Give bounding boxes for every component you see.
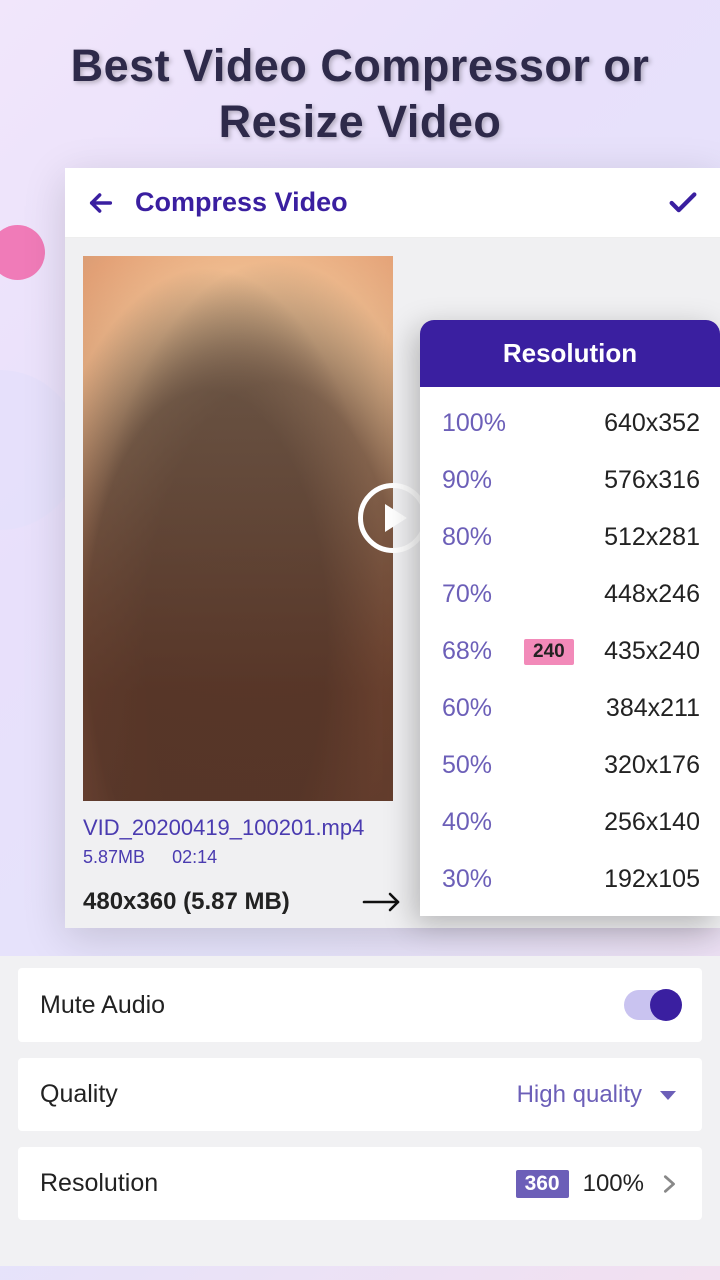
file-duration: 02:14 [172,847,217,867]
option-pct: 30% [442,865,518,894]
option-dims: 640x352 [604,409,700,438]
app-bar: Compress Video [65,168,720,238]
option-pct: 60% [442,694,518,723]
settings-panel: Mute Audio Quality High quality Resoluti… [0,956,720,1266]
quality-label: Quality [40,1080,118,1109]
chevron-down-icon [656,1083,680,1107]
resolution-option[interactable]: 68%240 435x240 [420,623,720,680]
mute-toggle[interactable] [624,990,680,1020]
option-pct: 100% [442,409,518,438]
option-dims: 448x246 [604,580,700,609]
quality-row[interactable]: Quality High quality [18,1058,702,1131]
screen-title: Compress Video [135,187,348,218]
current-resolution: 480x360 (5.87 MB) [83,888,290,916]
option-dims: 576x316 [604,466,700,495]
mute-audio-label: Mute Audio [40,991,165,1020]
page-title: Best Video Compressor or Resize Video [0,0,720,171]
option-pct: 80% [442,523,518,552]
resolution-option[interactable]: 90% 576x316 [420,452,720,509]
quality-value: High quality [517,1081,642,1109]
resolution-label: Resolution [40,1169,158,1198]
resolution-option[interactable]: 50% 320x176 [420,737,720,794]
resolution-option[interactable]: 60% 384x211 [420,680,720,737]
resolution-list: 100% 640x352 90% 576x316 80% 512x281 70% 448x24… [420,387,720,916]
play-icon[interactable] [358,483,428,553]
option-badge: 240 [524,639,574,665]
option-dims: 512x281 [604,523,700,552]
arrow-right-icon [362,888,402,916]
option-dims: 435x240 [604,637,700,666]
option-dims: 256x140 [604,808,700,837]
resolution-option[interactable]: 40% 256x140 [420,794,720,851]
back-icon[interactable] [85,187,117,219]
option-dims: 192x105 [604,865,700,894]
resolution-popup: Resolution 100% 640x352 90% 576x316 80% 512x2… [420,320,720,916]
option-pct: 90% [442,466,518,495]
option-pct: 70% [442,580,518,609]
resolution-option[interactable]: 30% 192x105 [420,851,720,908]
confirm-icon[interactable] [666,186,700,220]
mute-audio-row[interactable]: Mute Audio [18,968,702,1042]
resolution-option[interactable]: 70% 448x246 [420,566,720,623]
option-dims: 384x211 [606,694,700,723]
resolution-row[interactable]: Resolution 360 100% [18,1147,702,1220]
resolution-option[interactable]: 80% 512x281 [420,509,720,566]
resolution-option[interactable]: 100% 640x352 [420,395,720,452]
option-pct: 50% [442,751,518,780]
bg-decoration [0,225,45,280]
option-pct: 68% [442,637,518,666]
option-pct: 40% [442,808,518,837]
resolution-pct: 100% [583,1170,644,1198]
option-dims: 320x176 [604,751,700,780]
resolution-badge: 360 [516,1170,569,1198]
file-size: 5.87MB [83,847,145,867]
chevron-right-icon [658,1171,680,1197]
popup-title: Resolution [420,320,720,387]
